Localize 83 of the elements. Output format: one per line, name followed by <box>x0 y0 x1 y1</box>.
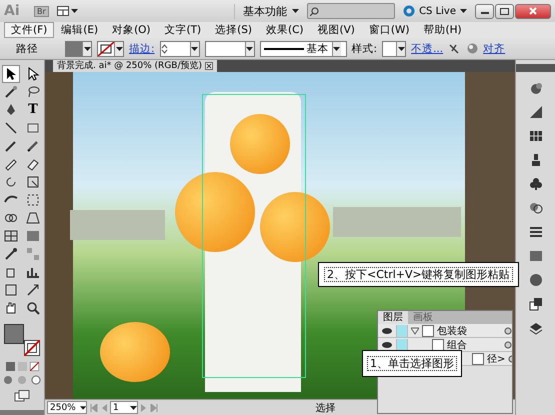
cs-live-menu[interactable]: CS Live <box>403 5 467 17</box>
selection-tool-icon[interactable] <box>3 66 19 82</box>
stroke-lines-icon[interactable] <box>528 224 544 240</box>
menu-item[interactable]: 文字(T) <box>158 22 208 38</box>
close-icon <box>529 7 537 15</box>
perspective-grid-icon[interactable] <box>25 210 41 226</box>
align-link[interactable]: 对齐 <box>483 42 506 56</box>
stroke-weight-field[interactable] <box>160 40 200 56</box>
screen-mode-icon[interactable] <box>14 390 30 402</box>
stepper-arrows-icon[interactable] <box>160 42 168 54</box>
menu-item[interactable]: 文件(F) <box>4 22 54 38</box>
layer-name[interactable]: 径> <box>486 352 506 366</box>
app-logo: Ai <box>4 3 21 19</box>
search-icon <box>310 6 320 16</box>
artboard-tool-icon[interactable] <box>3 282 19 298</box>
stroke-link[interactable]: 描边: <box>129 42 155 56</box>
bridge-button[interactable]: Br <box>34 6 49 16</box>
type-tool[interactable]: T <box>25 102 41 118</box>
menu-item[interactable]: 选择(S) <box>208 22 259 38</box>
panel-tab[interactable]: 图层 <box>378 311 408 324</box>
color-mode-icon[interactable] <box>6 362 14 371</box>
scale-tool-icon[interactable] <box>25 174 41 190</box>
document-tab[interactable]: 背景完成. ai* @ 250% (RGB/预览) <box>53 60 218 72</box>
stroke-none-swatch[interactable] <box>24 340 40 356</box>
target-circle-icon[interactable] <box>504 326 512 334</box>
opacity-link[interactable]: 不透... <box>411 42 444 56</box>
maximize-icon <box>500 8 509 14</box>
layer-name[interactable]: 组合 <box>447 338 467 352</box>
appearance-icon[interactable] <box>528 272 544 288</box>
menu-item[interactable]: 效果(C) <box>259 22 311 38</box>
close-button[interactable] <box>515 4 551 18</box>
layer-thumbnail <box>472 352 484 364</box>
target-circle-icon[interactable] <box>504 340 512 348</box>
magic-wand-icon[interactable] <box>3 84 19 100</box>
layers-icon[interactable] <box>528 320 544 336</box>
mesh-tool-icon[interactable] <box>3 228 19 244</box>
free-transform-icon[interactable] <box>25 192 41 208</box>
sphere-icon <box>467 43 478 54</box>
close-icon[interactable] <box>205 62 214 70</box>
fill-color-swatch[interactable] <box>65 40 92 56</box>
object-type-label: 路径 <box>16 42 38 56</box>
menu-item[interactable]: 编辑(E) <box>54 22 106 38</box>
menu-item[interactable]: 视图(V) <box>310 22 362 38</box>
draw-mode-icon[interactable] <box>2 375 14 385</box>
transform-icon[interactable] <box>528 296 544 312</box>
grid-icon[interactable] <box>528 128 544 144</box>
ring-icon <box>403 5 416 17</box>
visibility-eye-icon[interactable] <box>381 340 393 348</box>
draw-inside-icon[interactable] <box>30 375 42 385</box>
club-icon[interactable] <box>528 176 544 192</box>
status-text: 选择 <box>314 402 336 414</box>
maximize-button[interactable] <box>495 4 514 18</box>
none-mode-icon[interactable] <box>30 362 38 371</box>
pencil-icon[interactable] <box>25 138 41 154</box>
line-tool-icon[interactable] <box>3 120 19 136</box>
overlapping-circles-icon[interactable] <box>528 200 544 216</box>
stroke-color-swatch[interactable] <box>97 40 124 56</box>
minimize-button[interactable] <box>475 4 494 18</box>
visibility-eye-icon[interactable] <box>381 326 393 334</box>
eyedropper-icon[interactable] <box>3 246 19 262</box>
zoom-tool-icon[interactable] <box>25 300 41 316</box>
variable-width-dropdown[interactable] <box>204 40 255 56</box>
instruction-callout: 2、按下<Ctrl+V>键将复制图形粘贴 <box>318 262 519 287</box>
workspace-switcher[interactable]: 基本功能 <box>234 4 300 18</box>
graphic-style-dropdown[interactable] <box>382 40 406 56</box>
layer-thumbnail <box>432 338 444 350</box>
layer-thumbnail <box>422 324 434 336</box>
expand-triangle-icon[interactable] <box>411 326 419 334</box>
instruction-callout: 1、单击选择图形 <box>362 350 462 377</box>
style-label: 样式: <box>352 42 378 56</box>
fill-swatch[interactable] <box>4 324 24 344</box>
zoom-dropdown[interactable]: 250% <box>47 401 87 414</box>
arrange-documents-button[interactable] <box>56 6 78 16</box>
page-number-field[interactable]: 1 <box>110 401 138 414</box>
menu-item[interactable]: 对象(O) <box>105 22 158 38</box>
gradient-panel-icon[interactable] <box>528 104 544 120</box>
menu-item[interactable]: 窗口(W) <box>362 22 416 38</box>
panel-tab[interactable]: 画板 <box>408 311 438 324</box>
slice-tool-icon[interactable] <box>25 282 41 298</box>
search-field[interactable] <box>307 3 396 19</box>
gradient-swatch-icon[interactable] <box>528 248 544 264</box>
brush-definition-dropdown[interactable]: 基本 <box>260 40 347 56</box>
menu-item[interactable]: 帮助(H) <box>416 22 469 38</box>
